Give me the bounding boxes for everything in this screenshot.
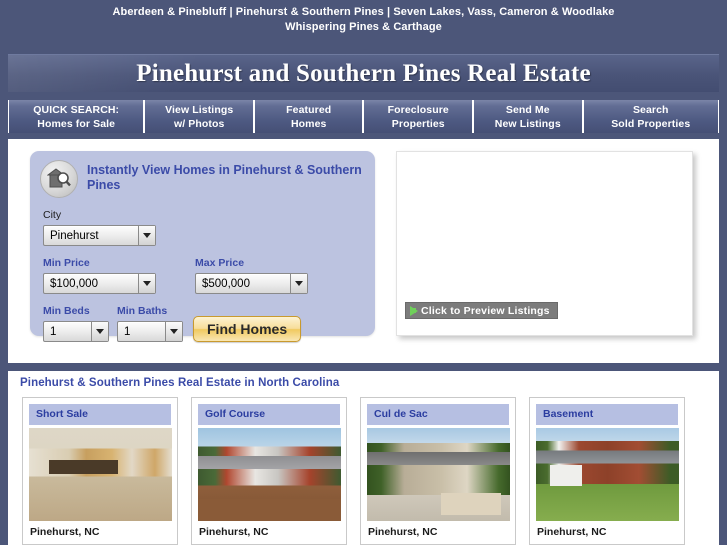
listing-photo[interactable]: [367, 428, 510, 521]
city-select-value: Pinehurst: [50, 229, 99, 242]
chevron-down-icon[interactable]: [290, 274, 307, 293]
listing-location: Pinehurst, NC: [30, 526, 100, 538]
nav-tab-line-2: Homes: [290, 117, 327, 130]
listing-tag: Short Sale: [29, 404, 171, 425]
listing-location: Pinehurst, NC: [199, 526, 269, 538]
nav-tab-line-2: Sold Properties: [611, 117, 691, 130]
listing-card[interactable]: Short Sale Pinehurst, NC: [22, 397, 178, 545]
min-price-label: Min Price: [43, 257, 90, 269]
listing-tag: Cul de Sac: [367, 404, 509, 425]
nav-tab-line-2: Properties: [391, 117, 445, 130]
chevron-down-icon[interactable]: [91, 322, 108, 341]
chevron-down-icon[interactable]: [138, 274, 155, 293]
nav-tab-line-2: Homes for Sale: [37, 117, 116, 130]
quick-search-widget: Instantly View Homes in Pinehurst & Sout…: [30, 151, 375, 342]
listing-photo[interactable]: [536, 428, 679, 521]
min-price-select[interactable]: $100,000: [43, 273, 156, 294]
tagline-line-1: Aberdeen & Pinebluff | Pinehurst & South…: [112, 6, 615, 18]
listing-location: Pinehurst, NC: [537, 526, 607, 538]
site-tagline: Aberdeen & Pinebluff | Pinehurst & South…: [0, 0, 727, 35]
title-banner: Pinehurst and Southern Pines Real Estate: [8, 54, 719, 92]
min-baths-label: Min Baths: [117, 305, 168, 317]
min-price-value: $100,000: [50, 277, 98, 290]
nav-tab-send-me-new-listings[interactable]: Send Me New Listings: [473, 100, 583, 133]
min-baths-value: 1: [124, 325, 131, 338]
nav-tab-line-1: Foreclosure: [387, 103, 449, 116]
nav-tab-line-2: w/ Photos: [173, 117, 225, 130]
nav-tab-foreclosure-properties[interactable]: Foreclosure Properties: [363, 100, 474, 133]
listing-card[interactable]: Golf Course Pinehurst, NC: [191, 397, 347, 545]
city-label: City: [43, 209, 62, 221]
tagline-line-2: Whispering Pines & Carthage: [285, 21, 442, 33]
listing-tag: Golf Course: [198, 404, 340, 425]
preview-button-label: Click to Preview Listings: [421, 304, 550, 317]
max-price-value: $500,000: [202, 277, 250, 290]
listing-location: Pinehurst, NC: [368, 526, 438, 538]
city-select[interactable]: Pinehurst: [43, 225, 156, 246]
quick-search-header: Instantly View Homes in Pinehurst & Sout…: [30, 151, 375, 198]
listing-photo[interactable]: [29, 428, 172, 521]
nav-tab-view-listings[interactable]: View Listings w/ Photos: [144, 100, 254, 133]
chevron-down-icon[interactable]: [165, 322, 182, 341]
page-root: Aberdeen & Pinebluff | Pinehurst & South…: [0, 0, 727, 545]
nav-tab-featured-homes[interactable]: Featured Homes: [253, 100, 364, 133]
listing-tag: Basement: [536, 404, 678, 425]
house-magnifier-icon: [40, 160, 78, 198]
listings-panel: Pinehurst & Southern Pines Real Estate i…: [8, 371, 719, 545]
listings-preview-pane: Click to Preview Listings: [396, 151, 693, 336]
quick-search-heading: Instantly View Homes in Pinehurst & Sout…: [87, 163, 362, 192]
min-baths-select[interactable]: 1: [117, 321, 183, 342]
min-beds-label: Min Beds: [43, 305, 90, 317]
max-price-label: Max Price: [195, 257, 245, 269]
nav-tab-line-1: QUICK SEARCH:: [33, 103, 120, 116]
listings-card-grid: Short Sale Pinehurst, NC Golf Course Pin…: [8, 389, 719, 545]
nav-tab-quick-search[interactable]: QUICK SEARCH: Homes for Sale: [8, 100, 145, 133]
listing-photo[interactable]: [198, 428, 341, 521]
max-price-select[interactable]: $500,000: [195, 273, 308, 294]
listing-card[interactable]: Cul de Sac Pinehurst, NC: [360, 397, 516, 545]
min-beds-select[interactable]: 1: [43, 321, 109, 342]
find-homes-button[interactable]: Find Homes: [193, 316, 302, 342]
nav-tab-line-1: Featured: [286, 103, 332, 116]
nav-tab-line-1: Search: [632, 103, 669, 116]
listing-card[interactable]: Basement Pinehurst, NC: [529, 397, 685, 545]
click-to-preview-listings-button[interactable]: Click to Preview Listings: [405, 302, 558, 319]
nav-tab-search-sold-properties[interactable]: Search Sold Properties: [582, 100, 719, 133]
quick-search-form: City Pinehurst Min Price $100,000 Max Pr…: [30, 198, 375, 342]
min-beds-value: 1: [50, 325, 57, 338]
green-arrow-stem: [411, 308, 416, 313]
main-content-panel: Instantly View Homes in Pinehurst & Sout…: [8, 139, 719, 363]
page-title: Pinehurst and Southern Pines Real Estate: [136, 59, 591, 87]
listings-section-title: Pinehurst & Southern Pines Real Estate i…: [20, 377, 340, 389]
nav-tab-line-1: View Listings: [165, 103, 234, 116]
nav-tab-line-1: Send Me: [505, 103, 550, 116]
main-navigation: QUICK SEARCH: Homes for Sale View Listin…: [8, 100, 719, 133]
nav-tab-line-2: New Listings: [494, 117, 561, 130]
chevron-down-icon[interactable]: [138, 226, 155, 245]
